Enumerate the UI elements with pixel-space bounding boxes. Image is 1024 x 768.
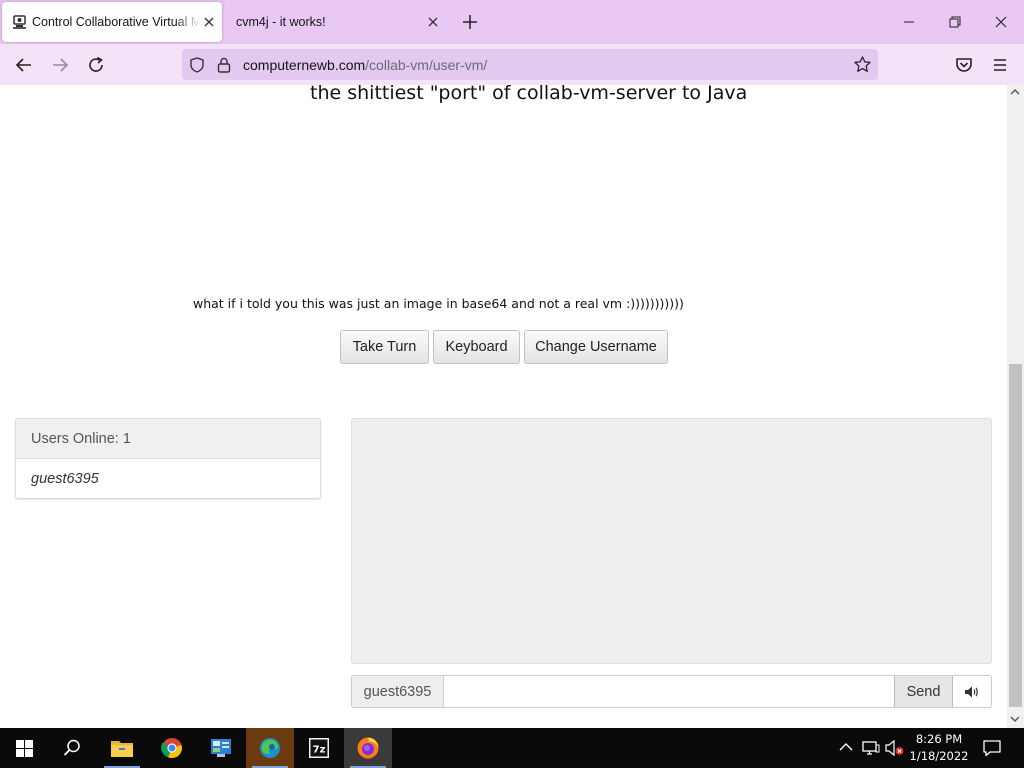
- close-window-icon[interactable]: [991, 12, 1011, 32]
- chat-username-label: guest6395: [352, 676, 444, 707]
- users-online-panel: Users Online: 1 guest6395: [15, 418, 321, 499]
- edge-icon[interactable]: [246, 728, 294, 768]
- url-text[interactable]: computernewb.com/collab-vm/user-vm/: [243, 57, 487, 73]
- chevron-up-icon[interactable]: [839, 741, 853, 753]
- clock-date: 1/18/2022: [909, 749, 969, 763]
- notifications-icon[interactable]: [983, 739, 1001, 757]
- start-windows-icon[interactable]: [0, 728, 48, 768]
- collabvm-favicon-icon: [12, 14, 28, 30]
- tab-active[interactable]: Control Collaborative Virtual Machines: [2, 2, 222, 42]
- bookmark-star-icon[interactable]: [853, 55, 872, 74]
- file-explorer-icon[interactable]: [98, 728, 146, 768]
- tab-strip: Control Collaborative Virtual Machines c…: [0, 0, 1024, 44]
- navigation-toolbar: computernewb.com/collab-vm/user-vm/: [0, 44, 1024, 85]
- url-domain: computernewb.com: [243, 57, 366, 73]
- chat-log[interactable]: [351, 418, 992, 664]
- firefox-icon[interactable]: [344, 728, 392, 768]
- tab-title: Control Collaborative Virtual Machines: [32, 15, 200, 29]
- user-list-item[interactable]: guest6395: [31, 471, 99, 487]
- system-clock[interactable]: 8:26 PM 1/18/2022: [906, 731, 972, 765]
- control-panel-icon[interactable]: [197, 728, 245, 768]
- forward-arrow-icon[interactable]: [49, 54, 71, 76]
- page-caption: what if i told you this was just an imag…: [193, 296, 684, 311]
- chat-message-input[interactable]: [445, 676, 894, 707]
- take-turn-button[interactable]: Take Turn: [340, 330, 429, 364]
- send-button[interactable]: Send: [894, 676, 953, 707]
- scroll-up-arrow-icon[interactable]: [1010, 88, 1020, 96]
- windows-taskbar: 7z 8:26 PM 1/18/2022: [0, 728, 1024, 768]
- users-panel-header: Users Online: 1: [16, 419, 320, 459]
- minimize-icon[interactable]: [899, 12, 919, 32]
- scroll-down-arrow-icon[interactable]: [1010, 715, 1020, 723]
- speaker-muted-icon[interactable]: [885, 739, 905, 757]
- vm-display[interactable]: [230, 125, 790, 285]
- svg-text:7z: 7z: [313, 745, 326, 756]
- lock-icon[interactable]: [216, 56, 232, 74]
- keyboard-button[interactable]: Keyboard: [433, 330, 520, 364]
- page-content: the shittiest "port" of collab-vm-server…: [0, 85, 1007, 728]
- close-tab-icon[interactable]: [425, 14, 441, 30]
- volume-speaker-icon[interactable]: [953, 676, 991, 707]
- tab-title: cvm4j - it works!: [236, 15, 326, 29]
- back-arrow-icon[interactable]: [13, 54, 35, 76]
- change-username-button[interactable]: Change Username: [524, 330, 668, 364]
- page-heading: the shittiest "port" of collab-vm-server…: [310, 85, 748, 104]
- restore-icon[interactable]: [945, 12, 965, 32]
- tab-inactive[interactable]: cvm4j - it works!: [226, 2, 448, 42]
- chrome-icon[interactable]: [148, 728, 196, 768]
- network-icon[interactable]: [862, 739, 880, 757]
- chat-input-bar: guest6395 Send: [351, 675, 992, 708]
- reload-icon[interactable]: [85, 54, 107, 76]
- address-bar[interactable]: computernewb.com/collab-vm/user-vm/: [182, 49, 878, 80]
- new-tab-icon[interactable]: [460, 12, 480, 32]
- pocket-icon[interactable]: [953, 54, 975, 76]
- search-icon[interactable]: [48, 728, 96, 768]
- scrollbar-thumb[interactable]: [1009, 364, 1022, 707]
- 7-zip-icon[interactable]: 7z: [295, 728, 343, 768]
- menu-hamburger-icon[interactable]: [989, 54, 1011, 76]
- close-tab-icon[interactable]: [201, 14, 217, 30]
- url-path: /collab-vm/user-vm/: [365, 57, 488, 73]
- clock-time: 8:26 PM: [915, 732, 963, 746]
- users-online-title: Users Online: 1: [31, 431, 131, 447]
- shield-icon[interactable]: [188, 56, 206, 74]
